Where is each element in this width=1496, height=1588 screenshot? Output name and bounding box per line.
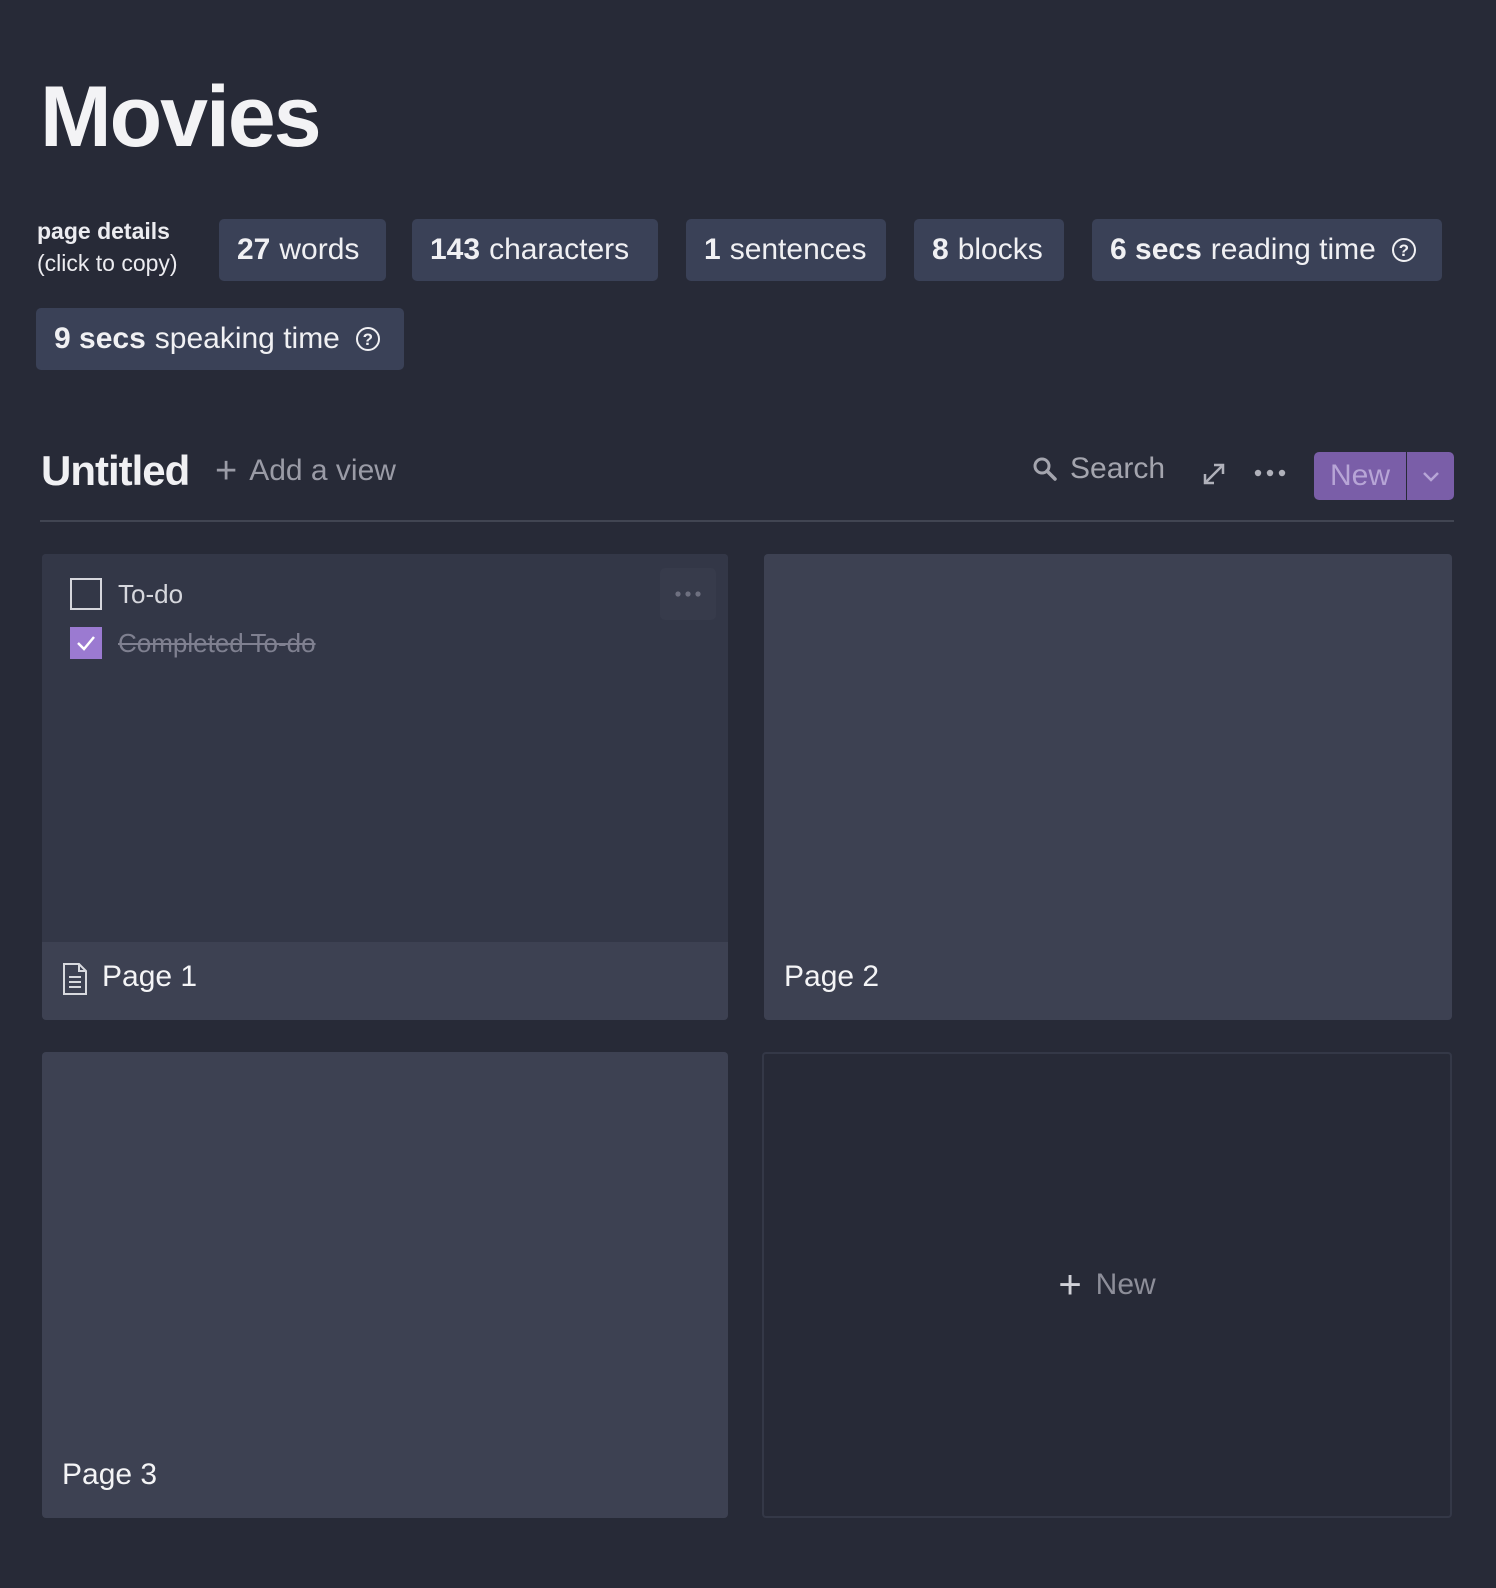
expand-icon[interactable] <box>1200 460 1228 488</box>
card-title: Page 1 <box>102 960 198 993</box>
gallery-card-page-3[interactable]: Page 3 <box>42 1052 728 1518</box>
speaking-time-chip[interactable]: 9 secs speaking time ? <box>36 308 404 370</box>
search-icon <box>1033 457 1057 481</box>
add-new-card-button[interactable]: + New <box>762 1052 1452 1518</box>
speaking-time-unit: speaking time <box>154 322 340 355</box>
checkbox-unchecked[interactable] <box>70 578 102 610</box>
add-view-button[interactable]: + Add a view <box>215 452 396 490</box>
search-button[interactable]: Search <box>1032 452 1165 486</box>
reading-time-chip[interactable]: 6 secs reading time ? <box>1092 219 1442 281</box>
card-preview: To-do Completed To-do <box>42 554 728 942</box>
new-card-label: New <box>1095 1268 1156 1301</box>
divider <box>40 520 1454 522</box>
check-icon <box>77 636 95 651</box>
add-view-label: Add a view <box>249 454 396 487</box>
sentences-count-value: 1 <box>704 233 721 266</box>
characters-count-unit: characters <box>489 233 630 266</box>
todo-item: To-do <box>70 578 183 610</box>
plus-icon: + <box>1058 1263 1082 1307</box>
chevron-down-icon <box>1422 472 1439 482</box>
gallery-card-page-1[interactable]: To-do Completed To-do Page 1 <box>42 554 728 1020</box>
sentences-count-chip[interactable]: 1 sentences <box>686 219 886 281</box>
page-details-title: page details <box>37 218 170 244</box>
search-label: Search <box>1070 452 1166 485</box>
words-count-unit: words <box>279 233 360 266</box>
page-details-hint: (click to copy) <box>37 250 178 276</box>
speaking-time-value: 9 secs <box>54 322 146 355</box>
page-details-label: page details (click to copy) <box>37 215 178 279</box>
todo-item-completed: Completed To-do <box>70 627 316 659</box>
help-icon[interactable]: ? <box>1391 238 1416 262</box>
card-title: Page 2 <box>784 960 880 993</box>
reading-time-value: 6 secs <box>1110 233 1202 266</box>
more-options-icon[interactable] <box>1252 461 1288 485</box>
page-title: Movies <box>40 69 322 165</box>
help-icon[interactable]: ? <box>355 327 380 351</box>
sentences-count-unit: sentences <box>729 233 867 266</box>
page-icon <box>63 963 87 995</box>
characters-count-value: 143 <box>430 233 481 266</box>
database-view-title[interactable]: Untitled <box>41 447 190 495</box>
blocks-count-value: 8 <box>932 233 949 266</box>
blocks-count-chip[interactable]: 8 blocks <box>914 219 1064 281</box>
words-count-chip[interactable]: 27 words <box>219 219 386 281</box>
todo-text: To-do <box>118 578 184 609</box>
words-count-value: 27 <box>237 233 271 266</box>
new-button[interactable]: New <box>1314 452 1406 500</box>
card-title: Page 3 <box>62 1458 158 1491</box>
reading-time-unit: reading time <box>1210 233 1376 266</box>
todo-text: Completed To-do <box>118 627 316 658</box>
plus-icon: + <box>215 450 238 492</box>
gallery-card-page-2[interactable]: Page 2 <box>764 554 1452 1020</box>
new-dropdown-button[interactable] <box>1407 452 1454 500</box>
blocks-count-unit: blocks <box>957 233 1043 266</box>
characters-count-chip[interactable]: 143 characters <box>412 219 658 281</box>
card-more-button[interactable] <box>660 568 716 620</box>
checkbox-checked[interactable] <box>70 627 102 659</box>
more-options-icon <box>675 591 701 597</box>
